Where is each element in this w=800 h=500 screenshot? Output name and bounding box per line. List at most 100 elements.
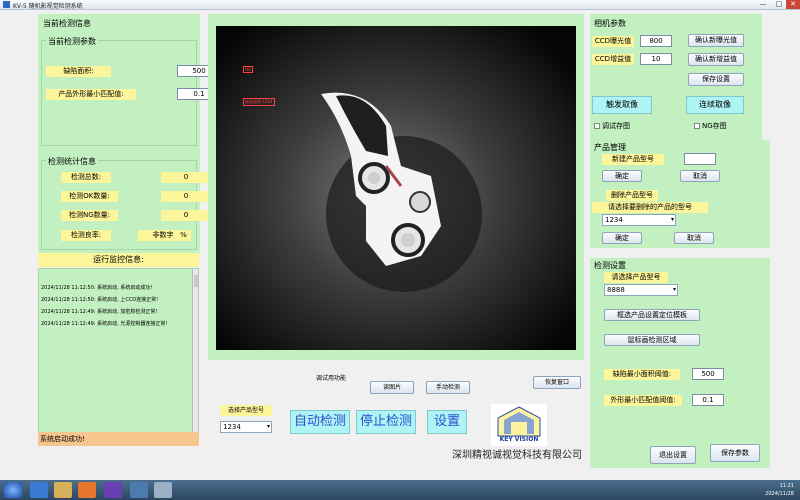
detect-header: 检测设置 bbox=[592, 260, 628, 271]
app-icon bbox=[3, 1, 10, 8]
stats-group-title: 检测统计信息 bbox=[46, 156, 98, 167]
log-scrollbar[interactable] bbox=[192, 269, 198, 436]
detect-model-select-value: 8888 bbox=[607, 286, 625, 294]
gain-field[interactable]: 10 bbox=[640, 53, 672, 65]
draw-region-button[interactable]: 鼠标画检测区域 bbox=[604, 334, 700, 346]
defect-annotation: 缺陷面积:1634 bbox=[243, 98, 275, 106]
log-list[interactable]: 2024/11/28 11:12:50: 系统启动, 系统启动成功! 2024/… bbox=[38, 268, 199, 437]
chevron-down-icon: ▾ bbox=[266, 423, 270, 430]
ng-save-checkbox[interactable]: NG存图 bbox=[694, 122, 727, 131]
title-bar: KV-5 随机影视觉检测系统 — □ ✕ bbox=[0, 0, 800, 10]
key-vision-logo: KEY VISION bbox=[491, 404, 547, 446]
detect-select-model-label: 请选择产品型号 bbox=[604, 272, 668, 283]
debug-save-checkbox[interactable]: 调试存图 bbox=[594, 122, 630, 131]
save-params-button[interactable]: 保存参数 bbox=[710, 444, 760, 462]
tray-time: 11:21 bbox=[779, 483, 794, 489]
close-button[interactable]: ✕ bbox=[786, 0, 800, 9]
debug-label: 调试用功能 bbox=[316, 375, 347, 382]
shape-threshold-label: 外形最小匹配值阈值: bbox=[604, 395, 682, 406]
defect-area-label: 缺陷面积: bbox=[46, 66, 111, 77]
delete-model-select-value: 1234 bbox=[605, 216, 623, 224]
defect-threshold-label: 缺陷最小面积阈值: bbox=[604, 369, 680, 380]
trigger-capture-button[interactable]: 触发取像 bbox=[592, 96, 652, 114]
delete-model-confirm-button[interactable]: 确定 bbox=[602, 232, 642, 244]
ng-count-label: 检测NG数量: bbox=[61, 210, 118, 221]
app-taskbar-icon[interactable] bbox=[130, 482, 148, 498]
shape-match-label: 产品外形最小匹配值: bbox=[46, 89, 136, 100]
company-name: 深圳精视诚视觉科技有限公司 bbox=[452, 450, 582, 461]
log-title: 运行监控信息: bbox=[38, 253, 199, 267]
continuous-capture-button[interactable]: 连续取像 bbox=[686, 96, 744, 114]
folder-icon[interactable] bbox=[54, 482, 72, 498]
ng-count-value: 0 bbox=[161, 210, 211, 221]
current-info-panel: 当前检测信息 当前检测参数 缺陷面积: 500 产品外形最小匹配值: 0.1 检… bbox=[38, 14, 221, 254]
media-player-icon[interactable] bbox=[78, 482, 96, 498]
checkbox-box[interactable] bbox=[594, 123, 600, 129]
select-model-label: 选择产品型号 bbox=[220, 405, 272, 416]
taskbar: 11:21 2024/11/28 bbox=[0, 480, 800, 500]
product-header: 产品管理 bbox=[592, 142, 628, 153]
set-template-button[interactable]: 框选产品设置定位模板 bbox=[604, 309, 700, 321]
detect-model-select[interactable]: 8888 ▾ bbox=[604, 284, 678, 296]
exposure-field[interactable]: 800 bbox=[640, 35, 672, 47]
yield-unit: % bbox=[176, 230, 191, 241]
tray-date: 2024/11/28 bbox=[765, 491, 794, 497]
delete-model-hint: 请选择要删除的产品的型号 bbox=[592, 202, 708, 213]
manual-detect-button[interactable]: 手动检测 bbox=[426, 381, 470, 394]
confirm-exposure-button[interactable]: 确认新曝光值 bbox=[688, 34, 744, 47]
window-title: KV-5 随机影视觉检测系统 bbox=[13, 3, 83, 10]
checkbox-box[interactable] bbox=[694, 123, 700, 129]
exit-settings-button[interactable]: 退出设置 bbox=[650, 446, 696, 464]
confirm-gain-button[interactable]: 确认新增益值 bbox=[688, 53, 744, 66]
image-viewer[interactable]: NG 缺陷面积:1634 bbox=[216, 26, 576, 350]
camera-panel: 相机参数 CCD曝光值 800 确认新曝光值 CCD增益值 10 确认新增益值 … bbox=[590, 14, 762, 140]
logo-text: KEY VISION bbox=[499, 436, 539, 443]
settings-button[interactable]: 设置 bbox=[427, 410, 467, 434]
system-tray-clock[interactable]: 11:21 2024/11/28 bbox=[765, 482, 794, 498]
scroll-thumb[interactable] bbox=[194, 275, 198, 287]
chevron-down-icon: ▾ bbox=[670, 216, 674, 223]
browser-icon[interactable] bbox=[30, 482, 48, 498]
visual-studio-icon[interactable] bbox=[104, 482, 122, 498]
detect-settings-panel: 检测设置 请选择产品型号 8888 ▾ 框选产品设置定位模板 鼠标画检测区域 缺… bbox=[590, 258, 770, 468]
status-bar: 系统启动成功! bbox=[38, 432, 199, 446]
new-model-confirm-button[interactable]: 确定 bbox=[602, 170, 642, 182]
delete-model-cancel-button[interactable]: 取消 bbox=[674, 232, 714, 244]
new-model-field[interactable] bbox=[684, 153, 716, 165]
product-panel: 产品管理 新建产品型号 确定 取消 删除产品型号 请选择要删除的产品的型号 12… bbox=[590, 140, 770, 248]
shape-threshold-field[interactable]: 0.1 bbox=[692, 394, 724, 406]
tool-icon[interactable] bbox=[154, 482, 172, 498]
chevron-down-icon: ▾ bbox=[672, 286, 676, 293]
log-line: 2024/11/28 11:12:49: 系统启动, 加密狗检测正常! bbox=[41, 309, 158, 315]
save-camera-settings-button[interactable]: 保存设置 bbox=[688, 73, 744, 86]
delete-model-select[interactable]: 1234 ▾ bbox=[602, 214, 676, 226]
exposure-label: CCD曝光值 bbox=[592, 36, 634, 47]
model-select-value: 1234 bbox=[223, 423, 241, 431]
ok-count-label: 检测OK数量: bbox=[61, 191, 118, 202]
total-value: 0 bbox=[161, 172, 211, 183]
gain-label: CCD增益值 bbox=[592, 54, 634, 65]
defect-threshold-field[interactable]: 500 bbox=[692, 368, 724, 380]
stop-detect-button[interactable]: 停止检测 bbox=[356, 410, 416, 434]
ok-count-value: 0 bbox=[161, 191, 211, 202]
debug-save-label: 调试存图 bbox=[602, 122, 630, 130]
log-line: 2024/11/28 11:12:50: 系统启动, 系统启动成功! bbox=[41, 285, 153, 291]
model-select[interactable]: 1234 ▾ bbox=[220, 421, 272, 433]
inspection-image bbox=[216, 26, 576, 350]
ng-save-label: NG存图 bbox=[702, 122, 727, 130]
read-image-button[interactable]: 读图片 bbox=[370, 381, 414, 394]
total-label: 检测总数: bbox=[61, 172, 111, 183]
log-line: 2024/11/28 11:12:50: 系统启动, 上CCD连接正常! bbox=[41, 297, 159, 303]
delete-model-label: 删除产品型号 bbox=[606, 190, 658, 201]
yield-label: 检测良率: bbox=[61, 230, 111, 241]
restore-window-button[interactable]: 恢复窗口 bbox=[533, 376, 581, 389]
ng-annotation: NG bbox=[243, 66, 254, 73]
log-line: 2024/11/28 11:12:49: 系统启动, 光源控制器连接正常! bbox=[41, 321, 168, 327]
start-button-icon[interactable] bbox=[4, 482, 22, 498]
auto-detect-button[interactable]: 自动检测 bbox=[290, 410, 350, 434]
camera-header: 相机参数 bbox=[592, 18, 628, 29]
new-model-cancel-button[interactable]: 取消 bbox=[680, 170, 720, 182]
params-group-title: 当前检测参数 bbox=[46, 36, 98, 47]
current-info-header: 当前检测信息 bbox=[41, 18, 93, 29]
new-model-label: 新建产品型号 bbox=[602, 154, 664, 165]
